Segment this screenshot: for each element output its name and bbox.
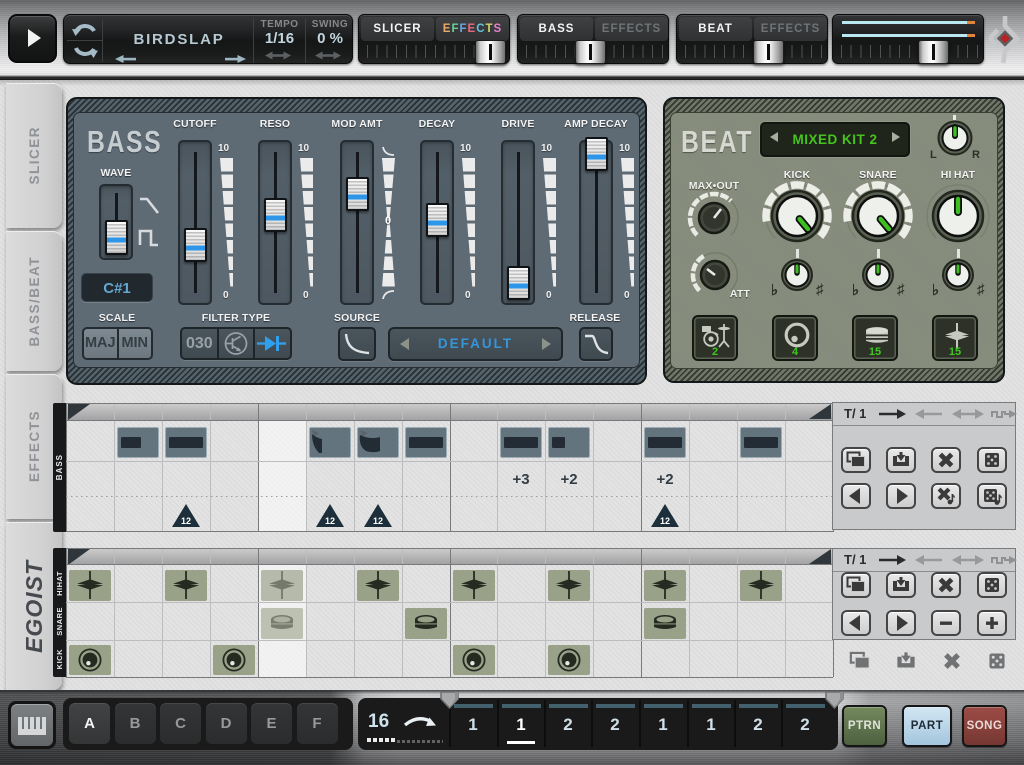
svg-text:12: 12 [181,516,191,526]
svg-text:12: 12 [325,516,335,526]
svg-text:12: 12 [373,516,383,526]
svg-text:12: 12 [660,516,670,526]
